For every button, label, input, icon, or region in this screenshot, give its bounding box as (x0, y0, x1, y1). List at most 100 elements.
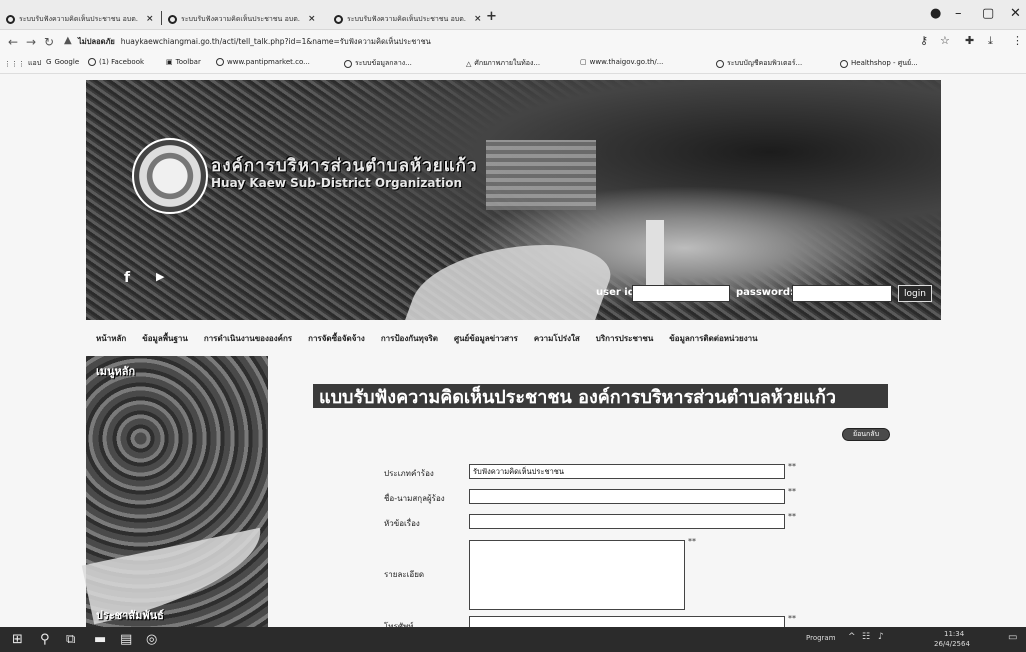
org-name-thai: องค์การบริหารส่วนตำบลห้วยแก้ว (211, 156, 478, 176)
windows-start-icon[interactable]: ⊞ (12, 632, 23, 647)
bookmark-label: www.pantipmarket.co... (227, 58, 310, 66)
star-icon[interactable]: ☆ (940, 34, 950, 47)
youtube-icon[interactable]: ▶ (156, 270, 164, 283)
menu-icon[interactable]: ⋮ (1012, 34, 1023, 47)
chrome-taskbar-icon[interactable]: ◎ (146, 632, 157, 647)
shop-icon (840, 59, 848, 68)
name-field[interactable] (469, 489, 785, 504)
url-field[interactable]: ไม่ปลอดภัย huaykaewchiangmai.go.th/acti/t… (78, 36, 431, 48)
clock-time[interactable]: 11:34 (944, 630, 964, 638)
bookmark-item[interactable]: www.pantipmarket.co... (216, 58, 310, 66)
menu-item-anti-corruption[interactable]: การป้องกันทุจริต (381, 332, 438, 345)
bookmark-label: ระบบบัญชีคอมพิวเตอร์... (727, 59, 803, 67)
tab-title: ระบบรับฟังความคิดเห็นประชาชน อบต. (19, 14, 138, 23)
bookmark-label: (1) Facebook (99, 58, 145, 66)
close-icon[interactable]: × (308, 14, 316, 24)
address-bar: ← → ↻ ▲ ไม่ปลอดภัย huaykaewchiangmai.go.t… (0, 30, 1026, 54)
menu-item-info-center[interactable]: ศูนย์ข้อมูลข่าวสาร (454, 332, 518, 345)
menu-item-services[interactable]: บริการประชาชน (596, 332, 654, 345)
bookmark-label: Healthshop - ศูนย์... (851, 59, 918, 67)
chrome-icon (334, 14, 343, 24)
new-tab-button[interactable]: + (486, 9, 497, 24)
globe-icon (216, 58, 224, 66)
required-mark: ** (788, 512, 796, 521)
download-icon[interactable]: ⤓ (988, 34, 993, 48)
tab-title: ระบบรับฟังความคิดเห็นประชาชน อบต. (181, 14, 300, 23)
browser-tab[interactable]: ระบบรับฟังความคิดเห็นประชาชน อบต. × (6, 10, 156, 28)
back-icon[interactable]: ← (8, 35, 18, 49)
detail-label: รายละเอียด (384, 570, 425, 579)
sidebar: เมนูหลัก ประชาสัมพันธ์ (81, 356, 273, 631)
maximize-button[interactable]: ▢ (982, 6, 994, 21)
password-input[interactable] (792, 285, 892, 302)
type-field[interactable] (469, 464, 785, 479)
browser-tab[interactable]: ระบบรับฟังความคิดเห็นประชาชน อบต. × (168, 10, 318, 28)
bookmark-item[interactable]: ▣ Toolbar (166, 58, 201, 66)
tab-title: ระบบรับฟังความคิดเห็นประชาชน อบต. (347, 14, 466, 23)
username-input[interactable] (632, 285, 730, 302)
volume-icon[interactable]: ♪ (878, 632, 884, 642)
type-label: ประเภทคำร้อง (384, 469, 434, 478)
bookmark-item[interactable]: ระบบข้อมูลกลาง... (344, 58, 412, 69)
google-icon: G (46, 58, 52, 66)
bookmark-item[interactable]: ▢ www.thaigov.go.th/... (580, 58, 663, 66)
menu-item-basic-info[interactable]: ข้อมูลพื้นฐาน (142, 332, 188, 345)
reload-icon[interactable]: ↻ (44, 35, 54, 49)
store-icon[interactable]: ▤ (120, 632, 132, 647)
back-button[interactable]: ย้อนกลับ (842, 428, 890, 441)
facebook-icon[interactable]: f (124, 270, 130, 286)
profile-icon[interactable]: ● (930, 6, 941, 21)
banner-house (486, 140, 596, 210)
bookmark-item[interactable]: Healthshop - ศูนย์... (840, 58, 918, 69)
org-name-english: Huay Kaew Sub-District Organization (211, 176, 463, 190)
banner-path (399, 245, 623, 320)
tray-label: Program (806, 634, 836, 642)
globe-icon (716, 59, 724, 68)
close-window-button[interactable]: ✕ (1010, 6, 1021, 21)
menu-item-operations[interactable]: การดำเนินงานขององค์กร (204, 332, 292, 345)
login-button[interactable]: login (898, 285, 932, 302)
menu-item-contact[interactable]: ข้อมูลการติดต่อหน่วยงาน (669, 332, 757, 345)
clock-date[interactable]: 26/4/2564 (934, 640, 970, 648)
bookmarks-bar: ⋮⋮⋮ แอป G Google (1) Facebook ▣ Toolbar www… (0, 54, 1026, 74)
screen: ระบบรับฟังความคิดเห็นประชาชน อบต. × ระบบ… (0, 0, 1026, 652)
folder-icon: ▢ (580, 58, 587, 66)
url-security-label: ไม่ปลอดภัย (78, 37, 115, 46)
bookmark-item[interactable]: ระบบบัญชีคอมพิวเตอร์... (716, 58, 802, 69)
browser-tab-active[interactable]: ระบบรับฟังความคิดเห็นประชาชน อบต. × (334, 10, 482, 28)
site-banner: องค์การบริหารส่วนตำบลห้วยแก้ว Huay Kaew … (86, 80, 941, 320)
close-icon[interactable]: × (146, 14, 154, 24)
required-mark: ** (688, 537, 696, 546)
bookmark-item[interactable]: △ ศักยภาพภายในท้อง... (466, 58, 540, 69)
org-logo (132, 138, 208, 214)
close-icon[interactable]: × (474, 14, 482, 24)
file-explorer-icon[interactable]: ▬ (94, 632, 106, 647)
network-icon[interactable]: ☷ (862, 632, 870, 642)
main-menu: หน้าหลัก ข้อมูลพื้นฐาน การดำเนินงานขององ… (96, 332, 758, 345)
subject-label: หัวข้อเรื่อง (384, 519, 420, 528)
bookmark-item[interactable]: (1) Facebook (88, 58, 144, 66)
banner-post (646, 220, 664, 290)
forward-icon[interactable]: → (26, 35, 36, 49)
notification-icon[interactable]: ▭ (1008, 632, 1017, 643)
password-label: password: (736, 287, 795, 298)
extension-icon[interactable]: ✚ (965, 34, 974, 47)
detail-textarea[interactable] (469, 540, 685, 610)
search-icon[interactable]: ⚲ (40, 632, 50, 647)
bookmark-label: Google (54, 58, 80, 66)
task-view-icon[interactable]: ⧉ (66, 632, 75, 647)
tray-arrow-icon[interactable]: ^ (848, 632, 856, 642)
menu-item-transparency[interactable]: ความโปร่งใส (534, 332, 580, 345)
url-text: huaykaewchiangmai.go.th/acti/tell_talk.p… (120, 37, 431, 46)
menu-item-home[interactable]: หน้าหลัก (96, 332, 126, 345)
subject-field[interactable] (469, 514, 785, 529)
bookmark-apps[interactable]: ⋮⋮⋮ แอป (4, 58, 41, 69)
toolbar-icon: ▣ (166, 58, 173, 66)
menu-item-procurement[interactable]: การจัดซื้อจัดจ้าง (308, 332, 365, 345)
globe-icon (344, 59, 352, 68)
windows-taskbar: ⊞ ⚲ ⧉ ▬ ▤ ◎ Program ^ ☷ ♪ 11:34 26/4/256… (0, 627, 1026, 652)
name-label: ชื่อ-นามสกุลผู้ร้อง (384, 494, 445, 503)
key-icon[interactable]: ⚷ (920, 34, 928, 47)
bookmark-item[interactable]: G Google (46, 58, 79, 66)
minimize-button[interactable]: – (955, 6, 962, 21)
